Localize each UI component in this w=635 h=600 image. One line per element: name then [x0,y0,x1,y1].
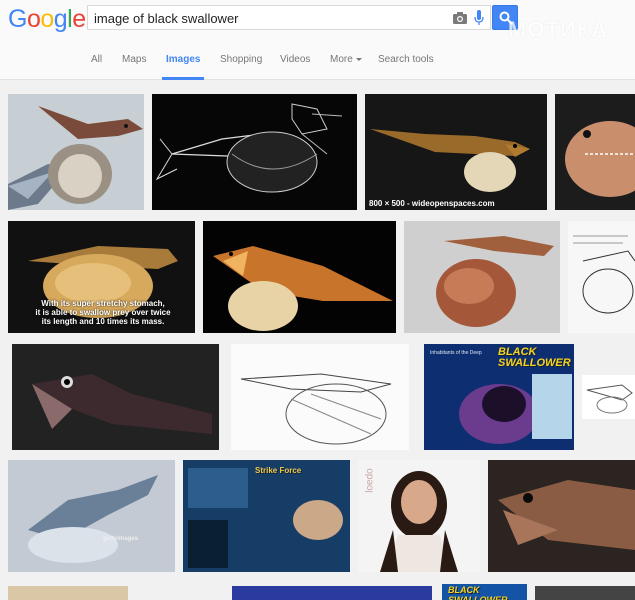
search-tabs: All Maps Images Shopping Videos More Sea… [0,48,635,80]
logo-letter-o2: o [40,5,54,33]
swallower-teeth-photo [12,344,219,450]
tab-videos[interactable]: Videos [280,54,310,65]
image-size-caption: 800 × 500 - wideopenspaces.com [369,199,495,208]
image-result[interactable]: loedo [358,460,480,572]
image-result[interactable]: BLACK SWALLOWER [442,584,527,600]
tab-more[interactable]: More [330,54,362,65]
image-result[interactable] [568,221,635,333]
celebrity-background-text: loedo [364,468,376,493]
chevron-down-icon [355,57,362,61]
tab-maps[interactable]: Maps [122,54,146,65]
tab-all[interactable]: All [91,54,102,65]
logo-letter-e: e [72,5,86,33]
image-result[interactable] [8,586,128,600]
swallower-drawing [568,221,635,333]
black-swallower-photo [8,94,144,210]
poster-title: BLACK SWALLOWER [498,347,571,369]
image-result[interactable] [203,221,396,333]
image-result[interactable]: 800 × 500 - wideopenspaces.com [365,94,547,210]
logo-letter-g2: g [53,5,68,33]
active-tab-indicator [162,77,204,80]
swallower-closeup-photo [555,94,635,210]
poster-title: BLACK SWALLOWER [448,585,508,600]
swallower-mini-drawing [582,375,635,419]
swallower-line-drawing [231,344,409,450]
image-result[interactable] [535,586,635,600]
swallower-bloated-photo [404,221,560,333]
poster-title-line: SWALLOWER [498,357,571,369]
microphone-icon[interactable] [474,10,484,26]
tab-images[interactable]: Images [166,54,200,65]
swallower-jaw-photo [488,460,635,572]
logo-letter-o1: o [26,5,41,33]
image-result[interactable]: Inhabitants of the Deep BLACK SWALLOWER [424,344,574,450]
swallower-sketch [152,94,357,210]
swallower-orange-photo [203,221,396,333]
tab-shopping[interactable]: Shopping [220,54,262,65]
image-result[interactable] [231,344,409,450]
image-result[interactable] [488,460,635,572]
overlay-line: its length and 10 times its mass. [41,317,165,326]
image-result[interactable] [582,375,635,419]
swallower-illustration [8,460,175,572]
image-result[interactable] [404,221,560,333]
overlay-line: With its super stretchy stomach, [41,299,165,308]
poster-subtitle: Inhabitants of the Deep [430,350,482,356]
watermark: МОТИКА [508,17,609,42]
infographic-title: Strike Force [255,466,302,475]
overlay-line: it is able to swallow prey over twice [35,308,171,317]
google-logo[interactable]: Google [8,5,86,34]
camera-icon[interactable] [452,10,468,26]
image-result[interactable] [12,344,219,450]
image-result[interactable]: With its super stretchy stomach, it is a… [8,221,195,333]
swallower-infographic [183,460,350,572]
logo-letter-g: G [8,5,27,33]
image-result[interactable]: Strike Force [183,460,350,572]
image-result[interactable] [8,94,144,210]
tab-more-label: More [330,54,353,65]
image-result[interactable] [232,586,432,600]
image-overlay-text: With its super stretchy stomach, it is a… [18,299,188,326]
search-box[interactable] [87,5,491,30]
image-result[interactable] [152,94,357,210]
celebrity-photo [358,460,480,572]
image-result[interactable]: gettyimages [8,460,175,572]
header: Google МОТИКА All Maps Images Shopping V… [0,0,635,80]
swallower-photo [365,94,547,210]
getty-watermark: gettyimages [103,536,139,542]
tab-search-tools[interactable]: Search tools [378,54,434,65]
image-result[interactable] [555,94,635,210]
search-input[interactable] [94,9,444,27]
